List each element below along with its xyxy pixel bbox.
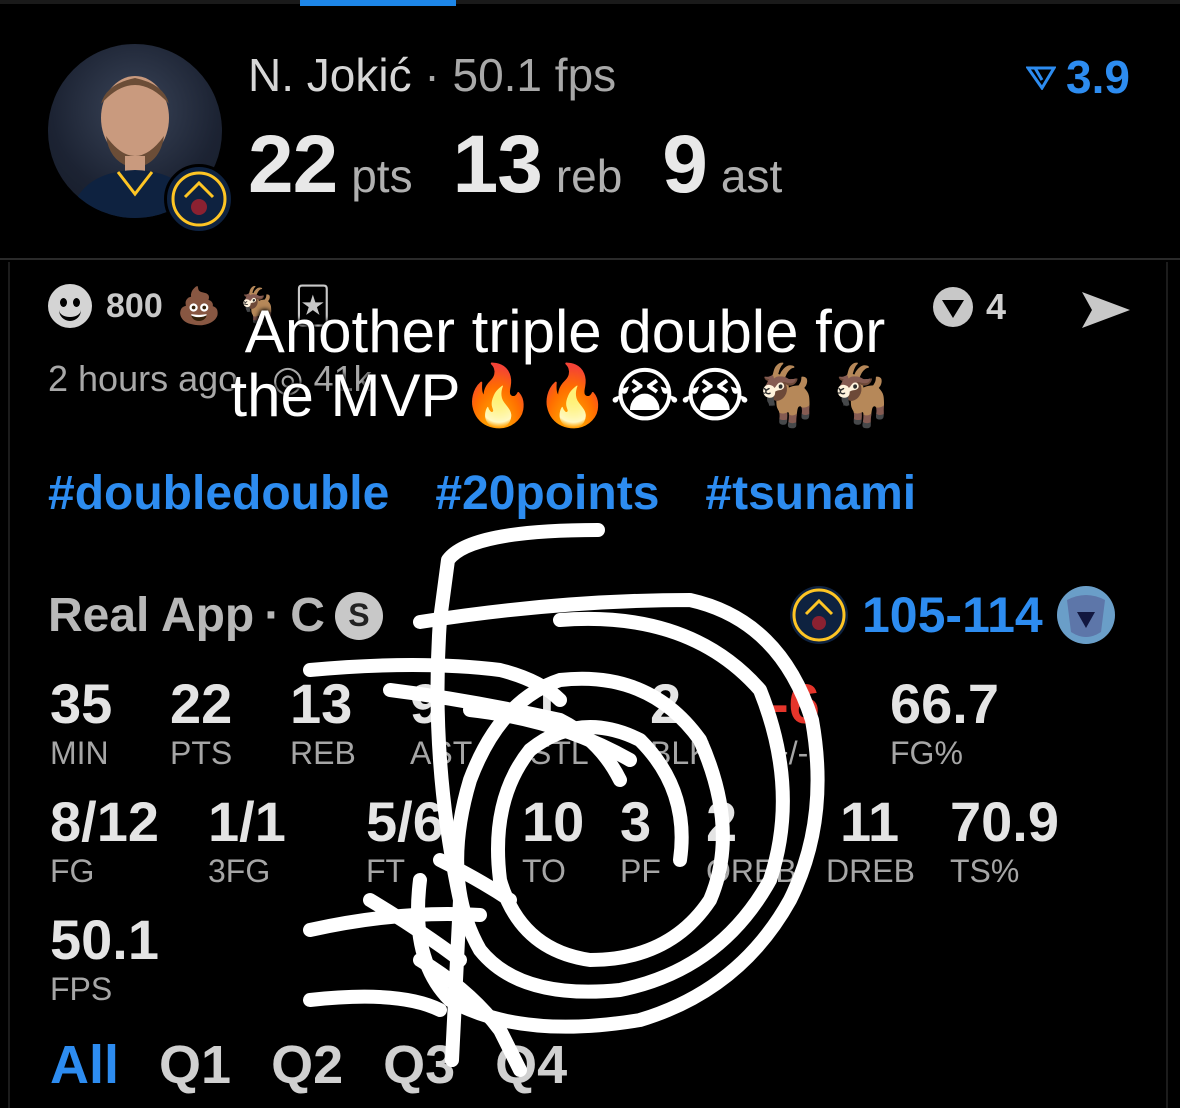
stat-value: 3 (620, 790, 652, 853)
stat-label: TO (522, 853, 566, 889)
stat-cell: 35 MIN (50, 674, 112, 772)
smiley-reaction-icon[interactable] (48, 284, 92, 328)
game-source-line: Real App · C S (48, 588, 383, 643)
rebounds-value: 13 (452, 119, 543, 210)
reaction-count: 800 (106, 286, 163, 325)
name-separator: · (424, 49, 440, 101)
stat-cell: 66.7 FG% (890, 674, 999, 772)
stat-value: 22 (170, 672, 233, 735)
caption-line-2: the MVP🔥🔥😭😭🐐🐐 (230, 362, 900, 429)
stat-value: 5/6 (366, 790, 444, 853)
card-border-left (8, 262, 10, 1108)
stat-label: STL (530, 735, 589, 771)
stat-label: +/- (770, 735, 809, 771)
stat-cell: 1 STL (530, 674, 589, 772)
stat-label: FT (366, 853, 406, 889)
grizzlies-logo-icon (1056, 586, 1115, 644)
stat-cell: 10 TO (522, 792, 584, 890)
hashtag-link[interactable]: #20points (435, 466, 659, 521)
game-score[interactable]: 105-114 (790, 586, 1115, 644)
stat-label: REB (290, 735, 356, 771)
stat-cell: 50.1 FPS (50, 910, 159, 1008)
nuggets-logo-icon (164, 164, 234, 234)
stat-value: 11 (840, 790, 900, 853)
stat-value: 8/12 (50, 790, 159, 853)
card-border-right (1166, 262, 1168, 1108)
stat-value: 2 (650, 672, 682, 735)
stat-value: 9 (410, 672, 442, 735)
player-rating: 3.9 (1026, 50, 1130, 104)
nuggets-logo-icon (790, 586, 848, 644)
tab-q1[interactable]: Q1 (159, 1034, 231, 1096)
top-border (0, 0, 1180, 4)
stat-label: TS% (950, 853, 1020, 889)
rebounds-unit: reb (555, 150, 623, 202)
share-send-icon[interactable] (1078, 288, 1134, 332)
stat-label: OREB (706, 853, 797, 889)
tab-q4[interactable]: Q4 (495, 1034, 567, 1096)
tab-q2[interactable]: Q2 (271, 1034, 343, 1096)
stat-value: 13 (290, 672, 353, 735)
player-name[interactable]: N. Jokić (248, 49, 412, 101)
stat-label: 3FG (208, 853, 271, 889)
stat-cell: 2 OREB (706, 792, 797, 890)
stat-value: 2 (706, 790, 738, 853)
stat-label: FG% (890, 735, 963, 771)
player-name-line[interactable]: N. Jokić · 50.1 fps (248, 48, 616, 102)
points-value: 22 (248, 119, 338, 210)
player-position: C (290, 589, 325, 642)
stat-label: FPS (50, 971, 113, 1007)
stat-cell: 11 DREB (826, 792, 915, 890)
stat-value: -6 (770, 672, 820, 735)
stat-value: 35 (50, 672, 113, 735)
stat-label: DREB (826, 853, 915, 889)
stat-cell: 22 PTS (170, 674, 232, 772)
stat-cell: 2 BLK (650, 674, 710, 772)
points-unit: pts (351, 150, 413, 202)
assists-value: 9 (662, 119, 708, 210)
fps-summary: 50.1 fps (452, 49, 617, 101)
tab-all[interactable]: All (50, 1034, 119, 1096)
stat-cell: -6 +/- (770, 674, 820, 772)
stat-label: MIN (50, 735, 109, 771)
hashtag-list: #doubledouble #20points #tsunami (48, 466, 916, 521)
player-statline: 22 pts 13 reb 9 ast (248, 118, 822, 212)
hashtag-link[interactable]: #tsunami (705, 466, 916, 521)
rating-icon (1026, 66, 1057, 90)
stat-cell: 1/1 3FG (208, 792, 286, 890)
active-tab-indicator (300, 0, 456, 6)
s-badge-icon: S (334, 591, 383, 640)
game-source: Real App (48, 589, 255, 642)
stat-label: AST (410, 735, 473, 771)
stat-cell: 9 AST (410, 674, 472, 772)
hashtag-link[interactable]: #doubledouble (48, 466, 389, 521)
comment-count: 4 (986, 286, 1007, 327)
stat-cell: 5/6 FT (366, 792, 444, 890)
stat-value: 10 (522, 790, 585, 853)
stat-value: 66.7 (890, 672, 999, 735)
source-separator: · (264, 589, 281, 642)
tab-q3[interactable]: Q3 (383, 1034, 455, 1096)
stat-cell: 70.9 TS% (950, 792, 1059, 890)
caption-line-1: Another triple double for (244, 298, 886, 365)
rating-value: 3.9 (1066, 51, 1130, 103)
overlay-caption: Another triple double for the MVP🔥🔥😭😭🐐🐐 (170, 300, 960, 428)
header-divider (0, 258, 1180, 260)
period-tabs: All Q1 Q2 Q3 Q4 (50, 1034, 567, 1096)
stat-value: 1/1 (208, 790, 286, 853)
stat-cell: 8/12 FG (50, 792, 159, 890)
assists-unit: ast (720, 150, 783, 202)
stat-value: 50.1 (50, 908, 159, 971)
stat-label: PTS (170, 735, 233, 771)
stat-label: PF (620, 853, 661, 889)
score-value: 105-114 (862, 587, 1043, 643)
stat-value: 1 (530, 672, 562, 735)
stat-cell: 3 PF (620, 792, 661, 890)
stat-cell: 13 REB (290, 674, 356, 772)
stat-label: BLK (650, 735, 711, 771)
stat-label: FG (50, 853, 95, 889)
stat-value: 70.9 (950, 790, 1059, 853)
